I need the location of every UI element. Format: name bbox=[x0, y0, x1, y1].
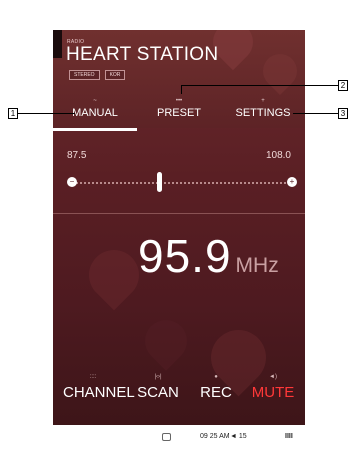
tuning-track[interactable] bbox=[72, 182, 286, 184]
channel-button[interactable]: :::: CHANNEL bbox=[63, 374, 135, 401]
callout-1: 1 bbox=[8, 108, 18, 119]
radio-screen: RADIO HEART STATION STEREO KOR ~ MANUAL … bbox=[53, 30, 305, 449]
signal-bars-icon: IIII bbox=[285, 433, 293, 440]
mute-label: MUTE bbox=[251, 384, 295, 401]
stereo-badge: STEREO bbox=[69, 70, 100, 80]
callout-2: 2 bbox=[338, 80, 348, 91]
mute-button[interactable]: ◄) MUTE bbox=[248, 374, 298, 401]
callout-leader-2-drop bbox=[181, 85, 182, 94]
channel-label: CHANNEL bbox=[63, 384, 135, 401]
record-icon: ● bbox=[214, 374, 218, 380]
tab-settings[interactable]: + SETTINGS bbox=[221, 98, 305, 130]
tab-bar: ~ MANUAL ••• PRESET + SETTINGS bbox=[53, 98, 305, 130]
battery-icon bbox=[162, 433, 171, 441]
tab-label: PRESET bbox=[156, 107, 201, 119]
frequency-min-label: 87.5 bbox=[67, 150, 87, 161]
tune-down-button[interactable]: − bbox=[67, 177, 77, 187]
plus-icon: + bbox=[261, 98, 265, 104]
status-bar: 09 25 AM ◄ 15 IIII bbox=[53, 425, 305, 449]
volume-indicator: ◄ 15 bbox=[230, 433, 247, 440]
region-badge: KOR bbox=[104, 70, 126, 80]
status-badges: STEREO KOR bbox=[69, 70, 126, 80]
window-edge bbox=[53, 30, 62, 58]
divider bbox=[53, 213, 305, 214]
heart-decoration bbox=[136, 311, 196, 371]
speaker-icon: ◄) bbox=[269, 374, 277, 380]
scan-button[interactable]: |‹›| SCAN bbox=[136, 374, 180, 401]
callout-leader-2 bbox=[181, 85, 338, 86]
dots-icon: ••• bbox=[175, 98, 183, 104]
tab-manual[interactable]: ~ MANUAL bbox=[53, 98, 137, 130]
tab-preset[interactable]: ••• PRESET bbox=[137, 98, 221, 130]
callout-3: 3 bbox=[338, 108, 348, 119]
station-title: HEART STATION bbox=[66, 44, 219, 65]
frequency-value: 95.9 bbox=[138, 230, 232, 282]
tuning-slider-thumb[interactable] bbox=[157, 172, 163, 192]
frequency-max-label: 108.0 bbox=[265, 150, 291, 161]
wave-icon: ~ bbox=[93, 98, 97, 104]
callout-leader-3 bbox=[293, 113, 338, 114]
callout-leader-1 bbox=[18, 113, 75, 114]
frequency-unit: MHz bbox=[235, 254, 279, 277]
current-frequency: 95.9 MHz bbox=[138, 229, 279, 283]
tune-up-button[interactable]: + bbox=[287, 177, 297, 187]
clock: 09 25 AM bbox=[200, 433, 230, 440]
record-button[interactable]: ● REC bbox=[196, 374, 236, 401]
record-label: REC bbox=[200, 384, 232, 401]
grid-icon: :::: bbox=[89, 374, 97, 380]
active-tab-indicator bbox=[53, 128, 137, 131]
scan-icon: |‹›| bbox=[154, 374, 162, 380]
scan-label: SCAN bbox=[137, 384, 179, 401]
